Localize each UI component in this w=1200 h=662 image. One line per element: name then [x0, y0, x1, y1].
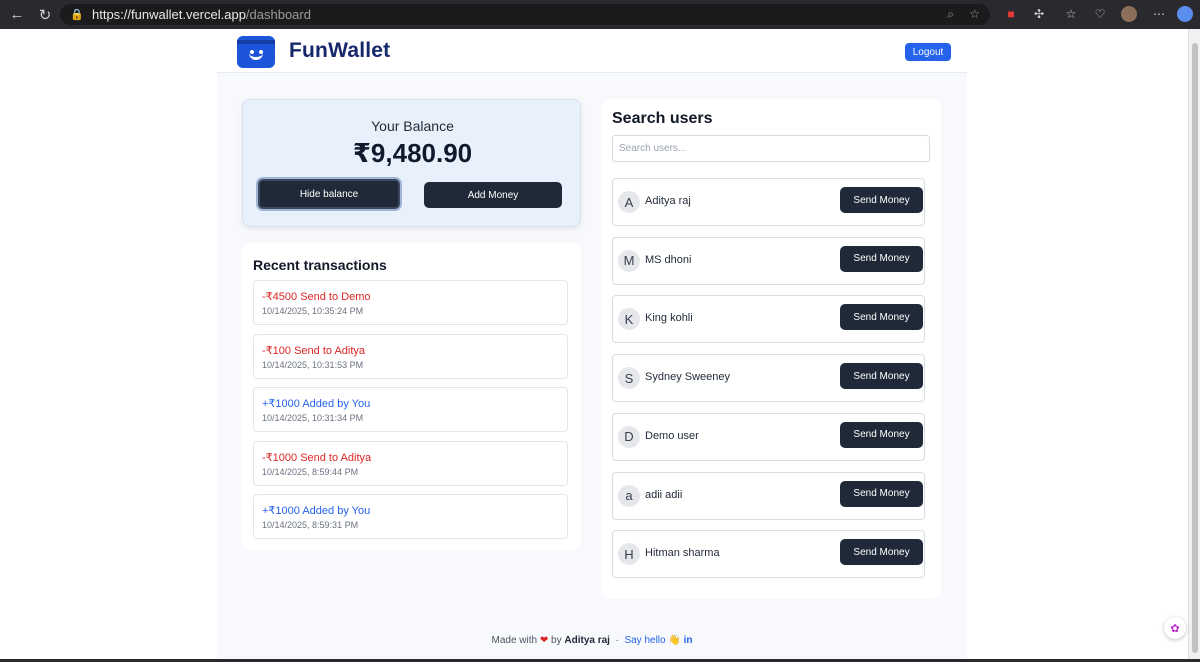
transaction-time: 10/14/2025, 8:59:44 PM — [262, 466, 359, 477]
app-header: FunWallet Logout — [217, 29, 967, 73]
floating-assistant-icon[interactable]: ✿ — [1164, 617, 1186, 639]
transaction-item: +₹1000 Added by You 10/14/2025, 10:31:34 … — [253, 387, 568, 432]
user-name: MS dhoni — [645, 253, 692, 266]
user-row: H Hitman sharma Send Money — [612, 530, 925, 579]
search-title: Search users — [612, 110, 713, 127]
user-avatar: H — [618, 543, 640, 566]
transaction-description: -₹4500 Send to Demo — [262, 291, 371, 303]
user-name: Sydney Sweeney — [645, 371, 730, 384]
transaction-time: 10/14/2025, 10:35:24 PM — [262, 306, 364, 316]
heart-icon: ❤ — [539, 635, 549, 646]
url-text: https://funwallet.vercel.app/dashboard — [92, 7, 311, 22]
user-row: M MS dhoni Send Money — [612, 236, 925, 285]
transaction-description: +₹1000 Added by You — [262, 398, 371, 410]
hide-balance-button[interactable]: Hide balance — [258, 179, 400, 209]
user-avatar: D — [618, 425, 640, 448]
say-hello-link[interactable]: Say hello 👋 — [624, 635, 680, 646]
footer-author: Aditya raj — [564, 635, 610, 646]
copilot-icon[interactable] — [1177, 6, 1193, 22]
transaction-item: +₹1000 Added by You 10/14/2025, 8:59:31 P… — [253, 494, 568, 539]
address-bar[interactable]: 🔒 https://funwallet.vercel.app/dashboard… — [60, 4, 990, 25]
extension-icon[interactable]: ■ — [1003, 6, 1019, 22]
lock-icon: 🔒 — [70, 9, 84, 21]
transaction-description: -₹1000 Send to Aditya — [262, 451, 372, 464]
user-avatar: K — [618, 308, 640, 331]
extensions-puzzle-icon[interactable]: ✣ — [1031, 6, 1047, 22]
user-row: S Sydney Sweeney Send Money — [612, 354, 925, 403]
search-input[interactable] — [612, 135, 930, 162]
profile-avatar[interactable] — [1121, 6, 1137, 22]
favorites-icon[interactable]: ☆ — [1063, 6, 1079, 22]
send-money-button[interactable]: Send Money — [840, 539, 923, 566]
send-money-button[interactable]: Send Money — [840, 245, 923, 272]
brand-title: FunWallet — [289, 39, 391, 62]
user-avatar: a — [618, 484, 640, 507]
send-money-button[interactable]: Send Money — [840, 363, 923, 390]
user-row: a adii adii Send Money — [612, 471, 925, 520]
transactions-card: Recent transactions -₹4500 Send to Demo 1… — [242, 243, 581, 550]
user-name: King kohli — [645, 312, 693, 325]
balance-card: Your Balance ₹9,480.90 Hide balance Add … — [242, 99, 581, 227]
transaction-description: +₹1000 Added by You — [262, 505, 371, 517]
linkedin-icon[interactable]: in — [684, 635, 693, 646]
page-viewport: FunWallet Logout Your Balance ₹9,480.90 … — [0, 29, 1188, 659]
transaction-item: -₹1000 Send to Aditya 10/14/2025, 8:59:44… — [253, 440, 568, 486]
send-money-button[interactable]: Send Money — [840, 187, 923, 213]
wallet-logo-icon — [237, 36, 275, 68]
transaction-time: 10/14/2025, 8:59:31 PM — [262, 520, 359, 530]
transactions-title: Recent transactions — [253, 257, 387, 273]
reload-icon[interactable]: ↻ — [34, 4, 56, 26]
balance-label: Your Balance — [371, 118, 454, 134]
user-avatar: S — [618, 367, 640, 390]
transaction-description: -₹100 Send to Aditya — [262, 344, 366, 357]
more-menu-icon[interactable]: ⋯ — [1151, 6, 1167, 22]
user-avatar: A — [618, 191, 640, 213]
user-row: K King kohli Send Money — [612, 295, 925, 344]
balance-amount: ₹9,480.90 — [352, 138, 473, 168]
add-money-button[interactable]: Add Money — [424, 182, 562, 208]
transaction-time: 10/14/2025, 10:31:53 PM — [262, 359, 364, 370]
search-users-card: Search users A Aditya raj Send Money M MS dh… — [602, 99, 941, 599]
send-money-button[interactable]: Send Money — [840, 421, 923, 448]
health-icon[interactable]: ♡ — [1092, 6, 1108, 22]
transaction-item: -₹4500 Send to Demo 10/14/2025, 10:35:24 … — [253, 280, 568, 325]
transaction-item: -₹100 Send to Aditya 10/14/2025, 10:31:53… — [253, 333, 568, 379]
footer: Made with ❤ by Aditya raj · Say hello 👋 … — [491, 635, 693, 646]
user-row: D Demo user Send Money — [612, 412, 925, 461]
browser-toolbar: ← ↻ 🔒 https://funwallet.vercel.app/dashb… — [0, 0, 1200, 29]
bookmark-star-icon[interactable]: ☆ — [969, 7, 980, 21]
user-name: Demo user — [645, 429, 699, 442]
transaction-time: 10/14/2025, 10:31:34 PM — [262, 413, 364, 423]
back-icon[interactable]: ← — [6, 4, 28, 26]
user-name: Aditya raj — [645, 195, 691, 207]
send-money-button[interactable]: Send Money — [840, 304, 923, 331]
scrollbar[interactable] — [1188, 29, 1200, 659]
zoom-icon[interactable]: ⌕ — [947, 7, 954, 22]
send-money-button[interactable]: Send Money — [840, 480, 923, 507]
user-row: A Aditya raj Send Money — [612, 178, 925, 226]
user-avatar: M — [618, 249, 640, 272]
app-container: FunWallet Logout Your Balance ₹9,480.90 … — [217, 29, 967, 659]
logout-button[interactable]: Logout — [905, 43, 951, 61]
user-name: adii adii — [645, 488, 683, 501]
user-name: Hitman sharma — [645, 547, 720, 560]
